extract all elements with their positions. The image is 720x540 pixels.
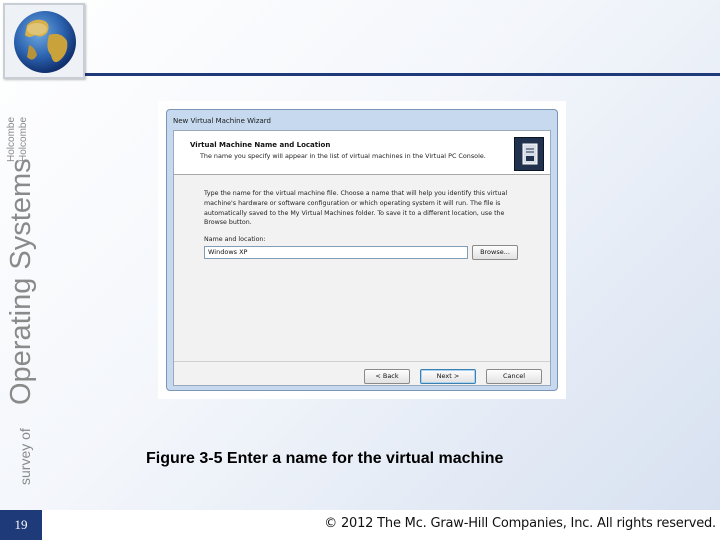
side-title-graphic: survey of Operating Systems Holcombe Hol… <box>5 117 37 485</box>
wizard-divider <box>174 361 550 362</box>
wizard-instructions: Type the name for the virtual machine fi… <box>204 190 508 227</box>
figure-caption: Figure 3-5 Enter a name for the virtual … <box>146 450 504 467</box>
author-label-2: Holcombe <box>18 117 29 162</box>
wizard-title: New Virtual Machine Wizard <box>173 117 271 125</box>
page-number-box: 19 <box>0 510 42 540</box>
browse-button[interactable]: Browse... <box>472 245 518 260</box>
wizard-window: New Virtual Machine Wizard Virtual Machi… <box>166 109 558 391</box>
name-location-input[interactable]: Windows XP <box>204 246 468 259</box>
survey-of-label: survey of <box>17 428 33 485</box>
side-title: survey of Operating Systems Holcombe Hol… <box>0 100 40 490</box>
wizard-header-subtitle: The name you specify will appear in the … <box>200 152 486 160</box>
slide-footer: 19 © 2012 The Mc. Graw-Hill Companies, I… <box>0 510 720 540</box>
operating-systems-label: Operating Systems <box>5 158 37 405</box>
globe-icon <box>5 5 83 77</box>
next-button[interactable]: Next > <box>420 369 476 384</box>
back-button[interactable]: < Back <box>364 369 410 384</box>
globe-logo <box>3 3 85 79</box>
wizard-header-title: Virtual Machine Name and Location <box>190 141 331 149</box>
cancel-button[interactable]: Cancel <box>486 369 542 384</box>
page-number: 19 <box>14 517 28 532</box>
virtual-pc-icon <box>514 137 544 171</box>
name-location-label: Name and location: <box>204 236 266 243</box>
header-rule <box>84 73 720 76</box>
dialog-screenshot: New Virtual Machine Wizard Virtual Machi… <box>158 101 566 399</box>
copyright-notice: © 2012 The Mc. Graw-Hill Companies, Inc.… <box>324 516 716 531</box>
wizard-header: Virtual Machine Name and Location The na… <box>174 131 550 175</box>
wizard-body: Virtual Machine Name and Location The na… <box>173 130 551 386</box>
author-label-1: Holcombe <box>6 117 17 162</box>
